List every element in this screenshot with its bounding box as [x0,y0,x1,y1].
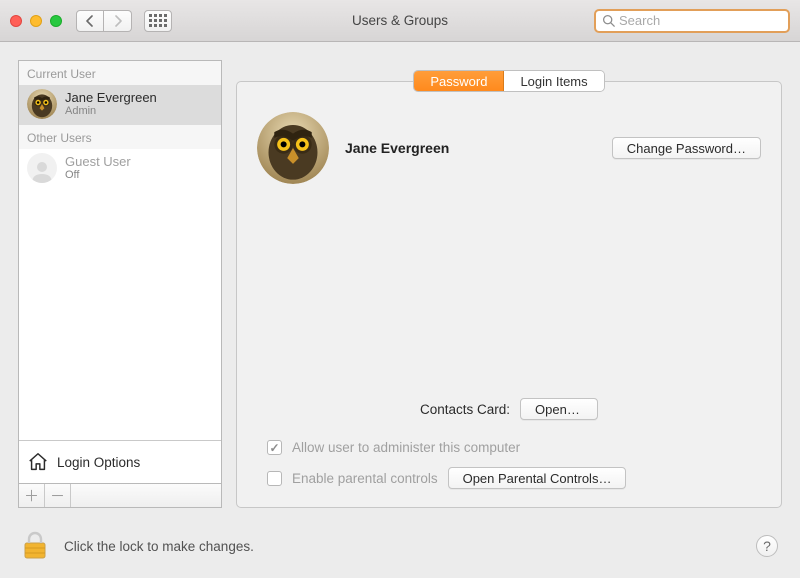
tab-login-items[interactable]: Login Items [504,71,603,91]
user-name: Guest User [65,154,131,170]
admin-checkbox[interactable] [267,440,282,455]
add-user-button[interactable]: ＋ [19,484,45,507]
avatar [27,153,57,183]
identity-row: Jane Evergreen Change Password… [257,112,761,184]
titlebar: Users & Groups [0,0,800,42]
admin-checkbox-label: Allow user to administer this computer [292,440,520,455]
avatar [27,89,57,119]
current-user-header: Current User [19,61,221,85]
columns: Current User [0,42,800,514]
nav-buttons [76,10,132,32]
search-icon [602,14,615,27]
other-users-header: Other Users [19,125,221,149]
footer: Click the lock to make changes. ? [0,514,800,578]
zoom-window-button[interactable] [50,15,62,27]
panel: Jane Evergreen Change Password… Contacts… [236,81,782,508]
contacts-label: Contacts Card: [420,402,510,417]
lock-hint: Click the lock to make changes. [64,539,254,554]
close-window-button[interactable] [10,15,22,27]
grid-icon [149,14,167,27]
open-parental-controls-button[interactable]: Open Parental Controls… [448,467,627,489]
user-name: Jane Evergreen [65,90,157,106]
minimize-window-button[interactable] [30,15,42,27]
search-input[interactable] [619,13,782,28]
parental-row: Enable parental controls Open Parental C… [267,467,761,489]
window-controls [10,15,62,27]
forward-button[interactable] [104,10,132,32]
help-button[interactable]: ? [756,535,778,557]
sidebar-footer-spacer [71,484,221,507]
sidebar: Current User [18,60,222,508]
user-meta: Guest User Off [65,154,131,183]
show-all-button[interactable] [144,10,172,32]
user-status: Off [65,169,131,182]
search-field[interactable] [594,9,790,33]
user-meta: Jane Evergreen Admin [65,90,157,119]
preferences-window: Users & Groups Current User [0,0,800,578]
body: Current User [0,42,800,578]
sidebar-footer: ＋ － [18,484,222,508]
open-contacts-button[interactable]: Open… [520,398,598,420]
admin-checkbox-row: Allow user to administer this computer [267,440,761,455]
back-button[interactable] [76,10,104,32]
sidebar-user-current[interactable]: Jane Evergreen Admin [19,85,221,125]
house-icon [27,451,49,473]
tab-password[interactable]: Password [414,71,504,91]
display-name: Jane Evergreen [345,140,596,156]
spacer [19,189,221,440]
login-options-label: Login Options [57,455,140,470]
user-role: Admin [65,105,157,118]
parental-checkbox[interactable] [267,471,282,486]
main: Password Login Items [236,60,782,508]
avatar-large[interactable] [257,112,329,184]
parental-checkbox-label: Enable parental controls [292,471,438,486]
change-password-button[interactable]: Change Password… [612,137,761,159]
user-list: Current User [18,60,222,484]
login-options[interactable]: Login Options [19,440,221,483]
tabs: Password Login Items [413,70,604,92]
lock-icon[interactable] [22,531,48,561]
contacts-row: Contacts Card: Open… [257,398,761,420]
sidebar-user-guest[interactable]: Guest User Off [19,149,221,189]
remove-user-button[interactable]: － [45,484,71,507]
